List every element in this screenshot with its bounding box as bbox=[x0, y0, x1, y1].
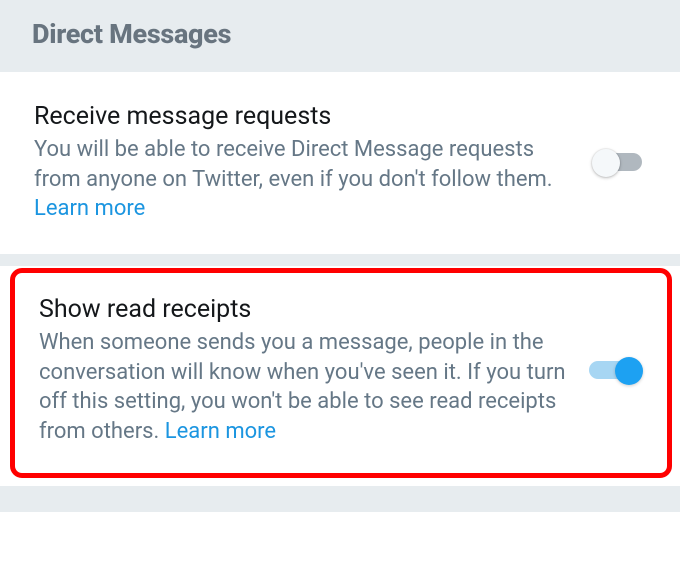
toggle-knob bbox=[615, 357, 643, 385]
setting-description: When someone sends you a message, people… bbox=[39, 328, 569, 447]
setting-description-text: You will be able to receive Direct Messa… bbox=[34, 137, 553, 192]
setting-title: Receive message requests bbox=[34, 102, 574, 131]
setting-text: Show read receipts When someone sends yo… bbox=[39, 295, 569, 447]
footer-strip bbox=[0, 486, 680, 512]
read-receipts-toggle[interactable] bbox=[589, 353, 645, 389]
highlighted-region: Show read receipts When someone sends yo… bbox=[0, 266, 680, 486]
setting-receive-requests: Receive message requests You will be abl… bbox=[0, 72, 680, 254]
setting-description: You will be able to receive Direct Messa… bbox=[34, 135, 574, 224]
settings-header: Direct Messages bbox=[0, 0, 680, 72]
setting-title: Show read receipts bbox=[39, 295, 569, 324]
page-title: Direct Messages bbox=[32, 18, 648, 50]
learn-more-link[interactable]: Learn more bbox=[165, 419, 276, 444]
learn-more-link[interactable]: Learn more bbox=[34, 196, 145, 221]
section-divider bbox=[0, 254, 680, 266]
receive-requests-toggle[interactable] bbox=[594, 145, 650, 181]
setting-read-receipts: Show read receipts When someone sends yo… bbox=[10, 268, 672, 478]
toggle-knob bbox=[592, 149, 620, 177]
setting-text: Receive message requests You will be abl… bbox=[34, 102, 574, 224]
setting-description-text: When someone sends you a message, people… bbox=[39, 330, 566, 444]
